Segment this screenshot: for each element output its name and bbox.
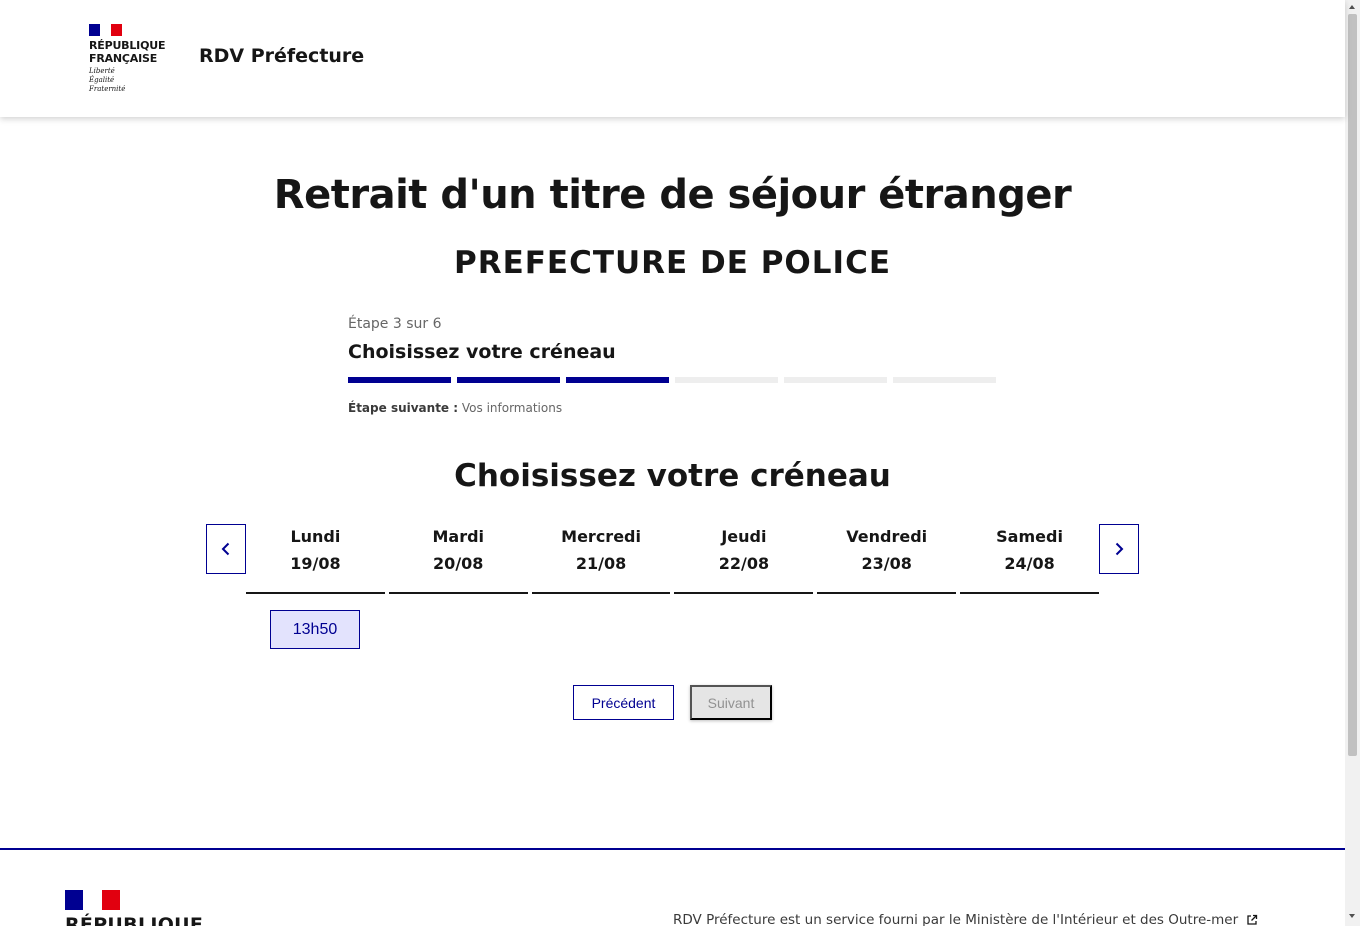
day-name: Jeudi (721, 527, 767, 546)
previous-button[interactable]: Précédent (573, 685, 674, 720)
republique-francaise-logo[interactable]: RÉPUBLIQUE FRANÇAISE Liberté Égalité Fra… (89, 24, 165, 94)
scroll-down-arrow-icon[interactable] (1349, 914, 1355, 918)
stepper-progress (348, 377, 998, 383)
stepper-bar (566, 377, 669, 383)
calendar-day: Jeudi 22/08 (674, 524, 814, 594)
day-name: Mercredi (561, 527, 641, 546)
stepper-title: Choisissez votre créneau (348, 341, 616, 363)
day-date: 19/08 (290, 554, 341, 573)
republic-motto: Liberté Égalité Fraternité (89, 67, 126, 93)
republic-name: RÉPUBLIQUE FRANÇAISE (89, 39, 166, 65)
day-date: 21/08 (575, 554, 627, 573)
calendar-day: Vendredi 23/08 (817, 524, 957, 594)
stepper-next-step: Étape suivante : Vos informations (348, 401, 998, 415)
calendar-day: Mardi 20/08 (388, 524, 528, 594)
calendar-day: Samedi 24/08 (960, 524, 1099, 594)
day-name: Lundi (290, 527, 341, 546)
stepper-next-label: Étape suivante : (348, 401, 459, 415)
calendar-day: Lundi 19/08 (246, 524, 385, 594)
day-name: Mardi (432, 527, 485, 546)
section-title: Choisissez votre créneau (454, 458, 891, 494)
external-link-icon (1247, 914, 1258, 925)
site-footer: RÉPUBLIQUE RDV Préfecture est un service… (0, 848, 1345, 926)
day-date: 22/08 (718, 554, 770, 573)
stepper-bar (675, 377, 778, 383)
calendar-days: Lundi 19/08 Mardi 20/08 Mercredi 21/08 Jeudi 22… (246, 524, 1099, 594)
stepper-bar (348, 377, 451, 383)
footer-service-text: RDV Préfecture est un service fourni par… (673, 912, 1239, 926)
chevron-right-icon (1115, 542, 1124, 556)
stepper-state: Étape 3 sur 6 (348, 316, 442, 332)
next-button[interactable]: Suivant (690, 685, 772, 720)
page-title: Retrait d'un titre de séjour étranger (273, 172, 1072, 218)
marianne-flag-icon (89, 24, 122, 36)
previous-week-button[interactable] (206, 524, 246, 574)
stepper-bar (457, 377, 560, 383)
scroll-up-arrow-icon[interactable] (1349, 5, 1355, 9)
site-header: RÉPUBLIQUE FRANÇAISE Liberté Égalité Fra… (0, 0, 1345, 117)
stepper: Étape 3 sur 6 Choisissez votre créneau É… (348, 316, 998, 415)
service-name-link[interactable]: RDV Préfecture (199, 45, 364, 67)
day-date: 23/08 (861, 554, 912, 573)
footer-republic-name: RÉPUBLIQUE (65, 914, 204, 926)
page-scrollbar[interactable] (1345, 0, 1360, 926)
stepper-next-value: Vos informations (461, 401, 563, 415)
calendar-day: Mercredi 21/08 (531, 524, 671, 594)
scroll-thumb[interactable] (1348, 14, 1357, 756)
time-slot-button[interactable]: 13h50 (270, 610, 360, 649)
stepper-bar (784, 377, 887, 383)
chevron-left-icon (221, 542, 230, 556)
prefecture-name: PREFECTURE DE POLICE (453, 245, 892, 281)
footer-logo[interactable]: RÉPUBLIQUE (65, 890, 203, 926)
marianne-flag-icon (65, 890, 120, 910)
day-name: Samedi (996, 527, 1063, 546)
footer-service-link[interactable]: RDV Préfecture est un service fourni par… (673, 912, 1258, 926)
day-date: 20/08 (433, 554, 484, 573)
day-name: Vendredi (846, 527, 928, 546)
stepper-bar (893, 377, 996, 383)
next-week-button[interactable] (1099, 524, 1139, 574)
day-date: 24/08 (1004, 554, 1055, 573)
